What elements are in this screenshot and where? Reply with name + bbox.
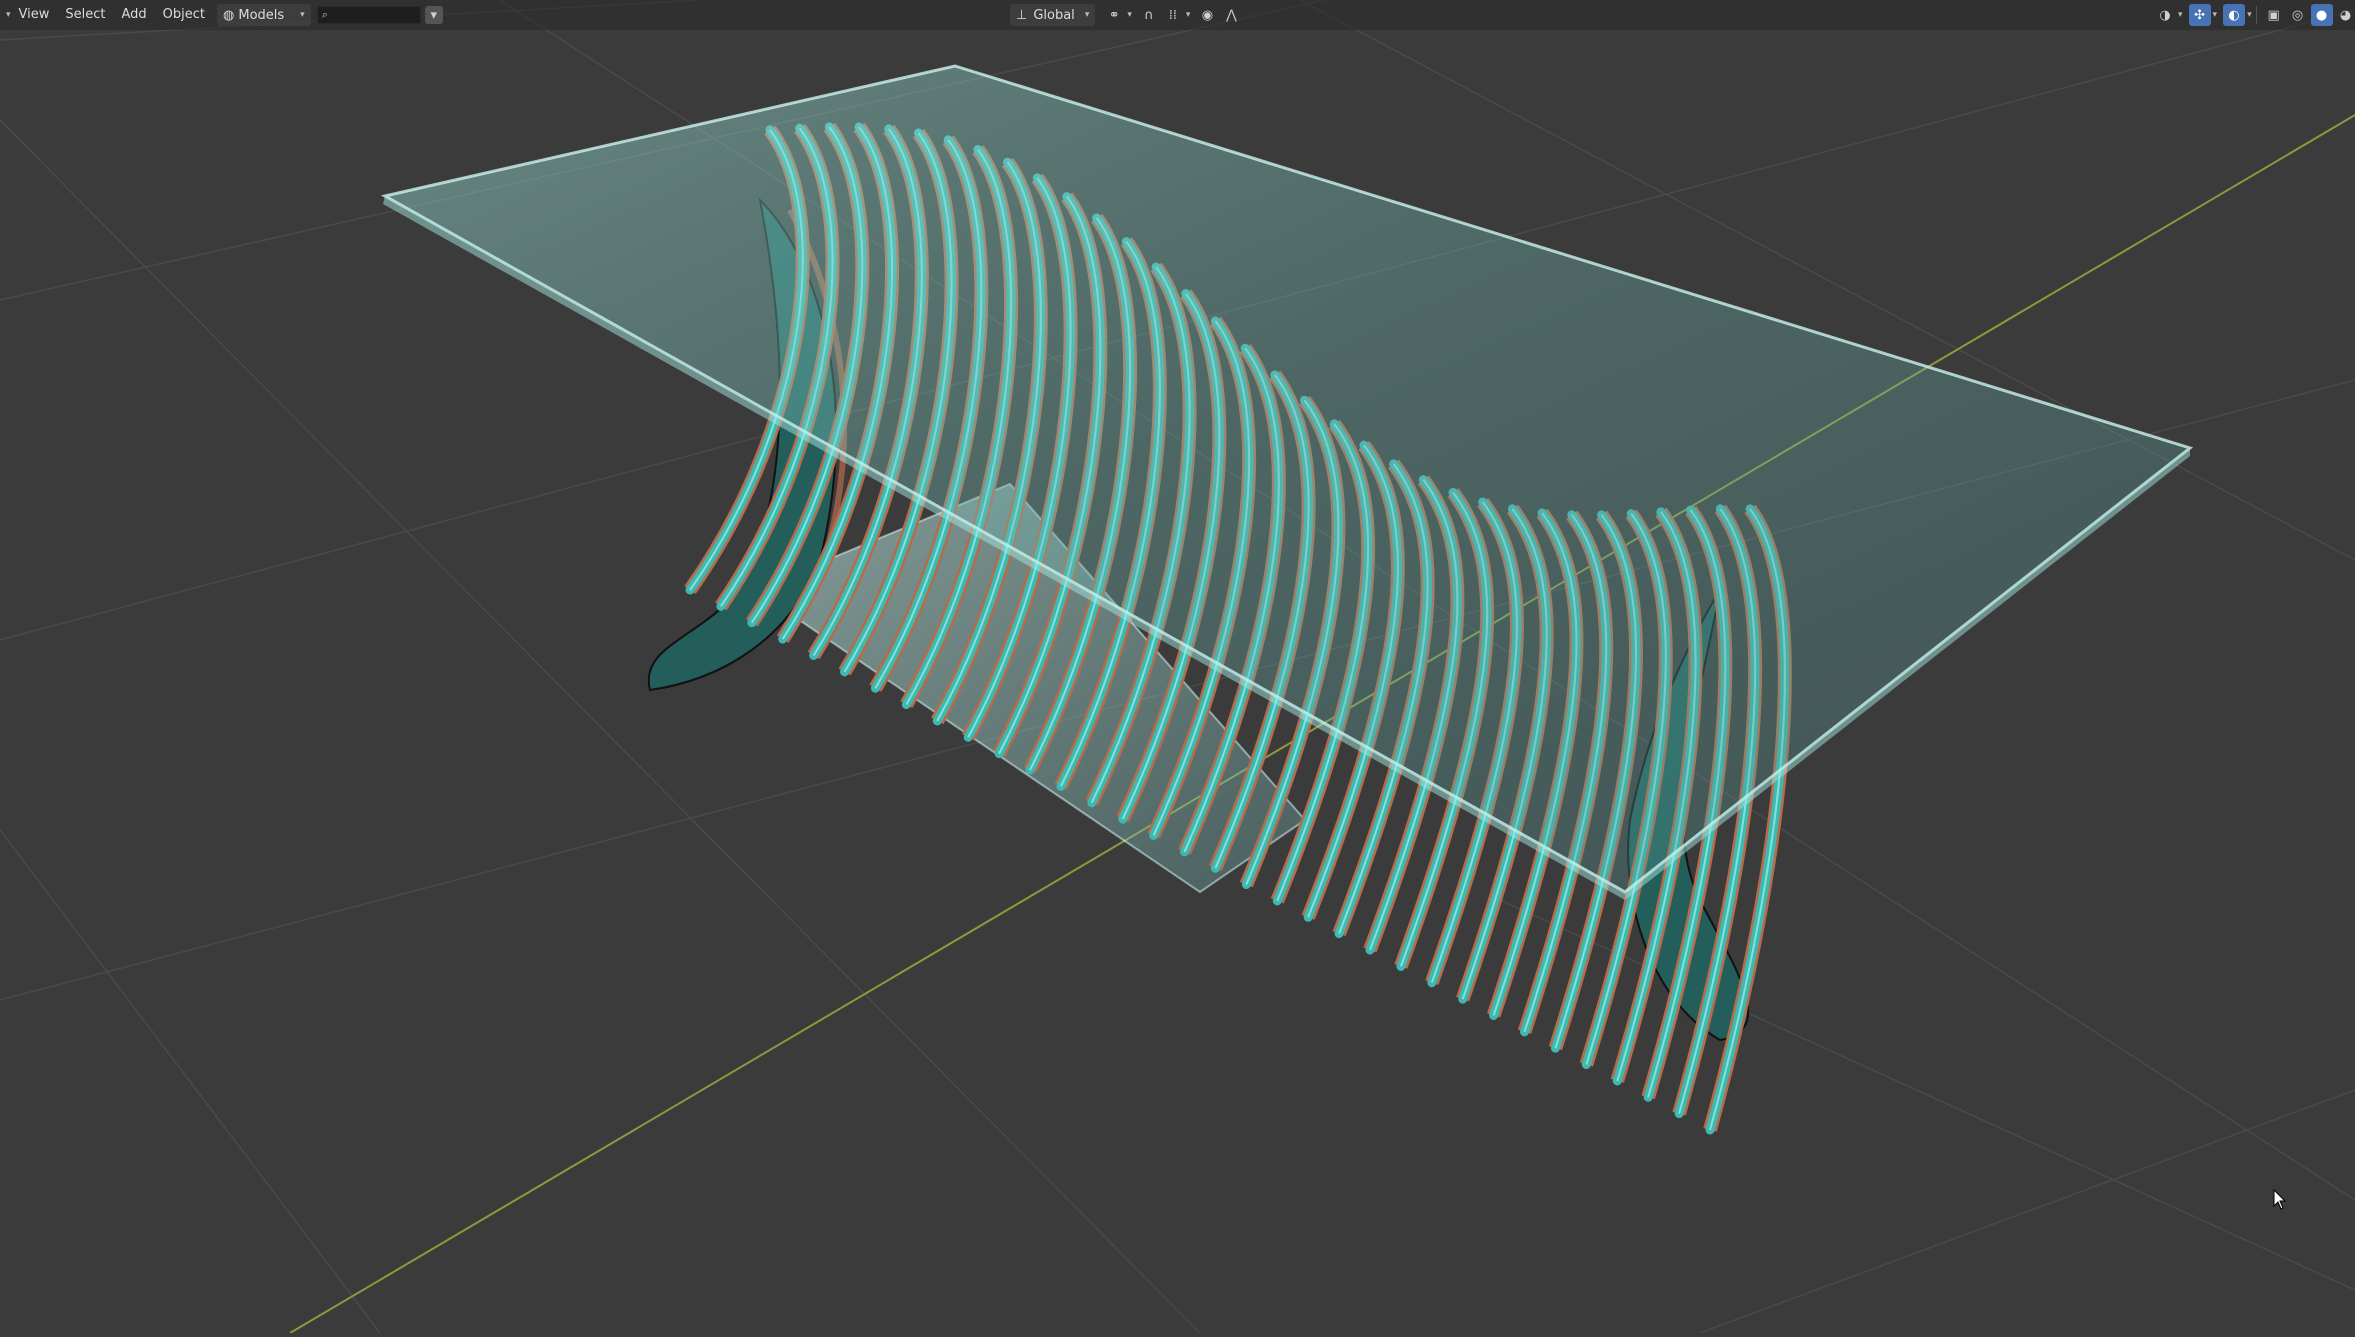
menu-select[interactable]: Select xyxy=(57,4,113,26)
world-sphere-icon: ◍ xyxy=(223,7,235,23)
transform-orientation-label: Global xyxy=(1033,7,1075,23)
transform-orientation-dropdown[interactable]: ⊥ Global ▾ xyxy=(1010,4,1096,26)
editor-type-chevron-icon[interactable]: ▾ xyxy=(6,10,11,20)
filter-icon[interactable]: ▾ xyxy=(424,6,443,24)
xray-icon[interactable]: ▣ xyxy=(2263,4,2285,26)
gizmo-icon[interactable]: ✣ xyxy=(2188,4,2211,26)
link-icon[interactable]: ⚭ xyxy=(1103,4,1125,26)
chevron-down-icon: ▾ xyxy=(300,10,305,20)
search-input[interactable] xyxy=(330,7,415,23)
collection-label: Models xyxy=(238,7,285,23)
snap-grid-icon[interactable]: ⁞⁞ xyxy=(1162,4,1184,26)
viewport-header: ▾ View Select Add Object ◍ Models ▾ ⌕ ▾ … xyxy=(0,0,2355,30)
mouse-cursor-icon xyxy=(2273,1188,2287,1210)
gizmo-chevron-icon[interactable]: ▾ xyxy=(2213,10,2218,20)
solid-shading-icon[interactable]: ● xyxy=(2310,4,2333,26)
search-icon: ⌕ xyxy=(321,8,328,21)
viewport-scene xyxy=(0,0,2355,1334)
overlays-icon[interactable]: ◐ xyxy=(2223,4,2246,26)
snap-chevron-icon[interactable]: ▾ xyxy=(1186,10,1191,20)
pivot-chevron-icon[interactable]: ▾ xyxy=(1127,10,1132,20)
collection-dropdown[interactable]: ◍ Models ▾ xyxy=(217,4,311,26)
wireframe-shading-icon[interactable]: ◎ xyxy=(2287,4,2309,26)
axis-icon: ⊥ xyxy=(1016,7,1028,23)
header-divider xyxy=(2255,6,2257,24)
menu-add[interactable]: Add xyxy=(114,4,155,26)
material-preview-icon[interactable]: ◕ xyxy=(2335,4,2355,26)
visibility-chevron-icon[interactable]: ▾ xyxy=(2178,10,2183,20)
chevron-down-icon: ▾ xyxy=(1084,10,1090,20)
proportional-edit-icon[interactable]: ◉ xyxy=(1196,4,1218,26)
magnet-icon[interactable]: ∩ xyxy=(1138,4,1160,26)
menu-view[interactable]: View xyxy=(11,4,58,26)
falloff-curve-icon[interactable]: ⋀ xyxy=(1220,4,1242,26)
eye-selectable-icon[interactable]: ◑ xyxy=(2154,4,2176,26)
3d-viewport[interactable] xyxy=(0,0,2355,1334)
search-field[interactable]: ⌕ xyxy=(316,6,421,24)
overlays-chevron-icon[interactable]: ▾ xyxy=(2247,10,2252,20)
menu-object[interactable]: Object xyxy=(155,4,213,26)
